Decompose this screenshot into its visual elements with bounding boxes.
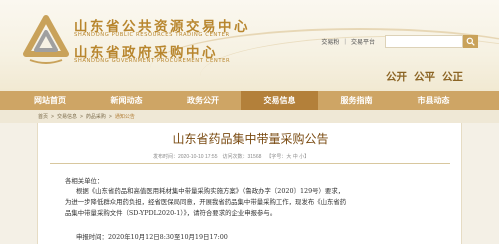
article-paragraph: 为进一步降低群众用药负担，经省医保局同意，开展我省药品集中带量采购工作，现发布《… [65, 198, 347, 206]
slogan-open: 公开 [386, 71, 407, 83]
top-link-trading-member[interactable]: 交易粉 [321, 37, 339, 46]
article-paragraph: 品集中带量采购文件（SD-YPDL2020-1）》，请符合要求的企业申报参与。 [65, 209, 277, 217]
breadcrumb-drug-procurement[interactable]: 药品采购 [86, 113, 106, 120]
nav-item-government-affairs[interactable]: 政务公开 [165, 91, 241, 110]
top-link-trading-platform[interactable]: 交易平台 [351, 37, 375, 46]
site-header: 山东省公共资源交易中心 SHANDONG PUBLIC RESOURCES TR… [0, 0, 499, 91]
top-links: 交易粉 | 交易平台 [321, 37, 375, 47]
article-panel: 山东省药品集中带量采购公告 发布时间：2020-10-10 17:55 访问次数… [37, 123, 462, 244]
nav-item-trading-info[interactable]: 交易信息 [241, 91, 318, 110]
publish-time: 发布时间：2020-10-10 17:55 [153, 154, 218, 160]
article-paragraph: 根据《山东省药品和高值医用耗材集中带量采购实施方案》（鲁政办字〔2020〕129… [76, 187, 345, 195]
breadcrumb-separator: > [51, 113, 54, 120]
slogan: 公开 公平 公正 [386, 69, 463, 84]
article-greeting: 各相关单位： [65, 177, 104, 185]
breadcrumb-separator: > [108, 113, 112, 120]
article-meta: 发布时间：2020-10-10 17:55 访问次数：31568 【字号：大 中… [153, 153, 309, 160]
breadcrumb-separator: > [79, 113, 83, 120]
main-nav: 网站首页 新闻动态 政务公开 交易信息 服务指南 市县动态 [0, 91, 499, 110]
nav-item-news[interactable]: 新闻动态 [88, 91, 165, 110]
center-logo-icon[interactable] [22, 14, 70, 66]
view-count: 访问次数：31568 [222, 154, 262, 160]
nav-item-home[interactable]: 网站首页 [12, 91, 88, 110]
breadcrumb-trading-info[interactable]: 交易信息 [57, 113, 77, 120]
article-title: 山东省药品集中带量采购公告 [172, 132, 329, 146]
breadcrumb-notices[interactable]: 通知公告 [115, 113, 135, 120]
breadcrumb: 首页 > 交易信息 > 药品采购 > 通知公告 [0, 110, 499, 123]
top-link-separator: | [344, 38, 346, 45]
title-divider [50, 163, 450, 164]
search-input[interactable] [385, 35, 463, 48]
slogan-just: 公正 [442, 71, 463, 83]
breadcrumb-home[interactable]: 首页 [38, 113, 48, 120]
nav-item-city-county-news[interactable]: 市县动态 [395, 91, 472, 110]
nav-item-service-guide[interactable]: 服务指南 [318, 91, 395, 110]
font-size-selector[interactable]: 【字号：大 中 小】 [266, 153, 309, 160]
search-icon [466, 37, 475, 46]
slogan-fair: 公平 [414, 71, 435, 83]
search-button[interactable] [463, 35, 478, 48]
org-name-trading-center-en: SHANDONG PUBLIC RESOURCES TRADING CENTER [74, 32, 230, 38]
application-period: 申报时间：2020年10月12日8:30至10月19日17:00 [76, 233, 228, 241]
org-name-procurement-center-en: SHANDONG GOVERNMENT PROCUREMENT CENTER [74, 58, 231, 64]
